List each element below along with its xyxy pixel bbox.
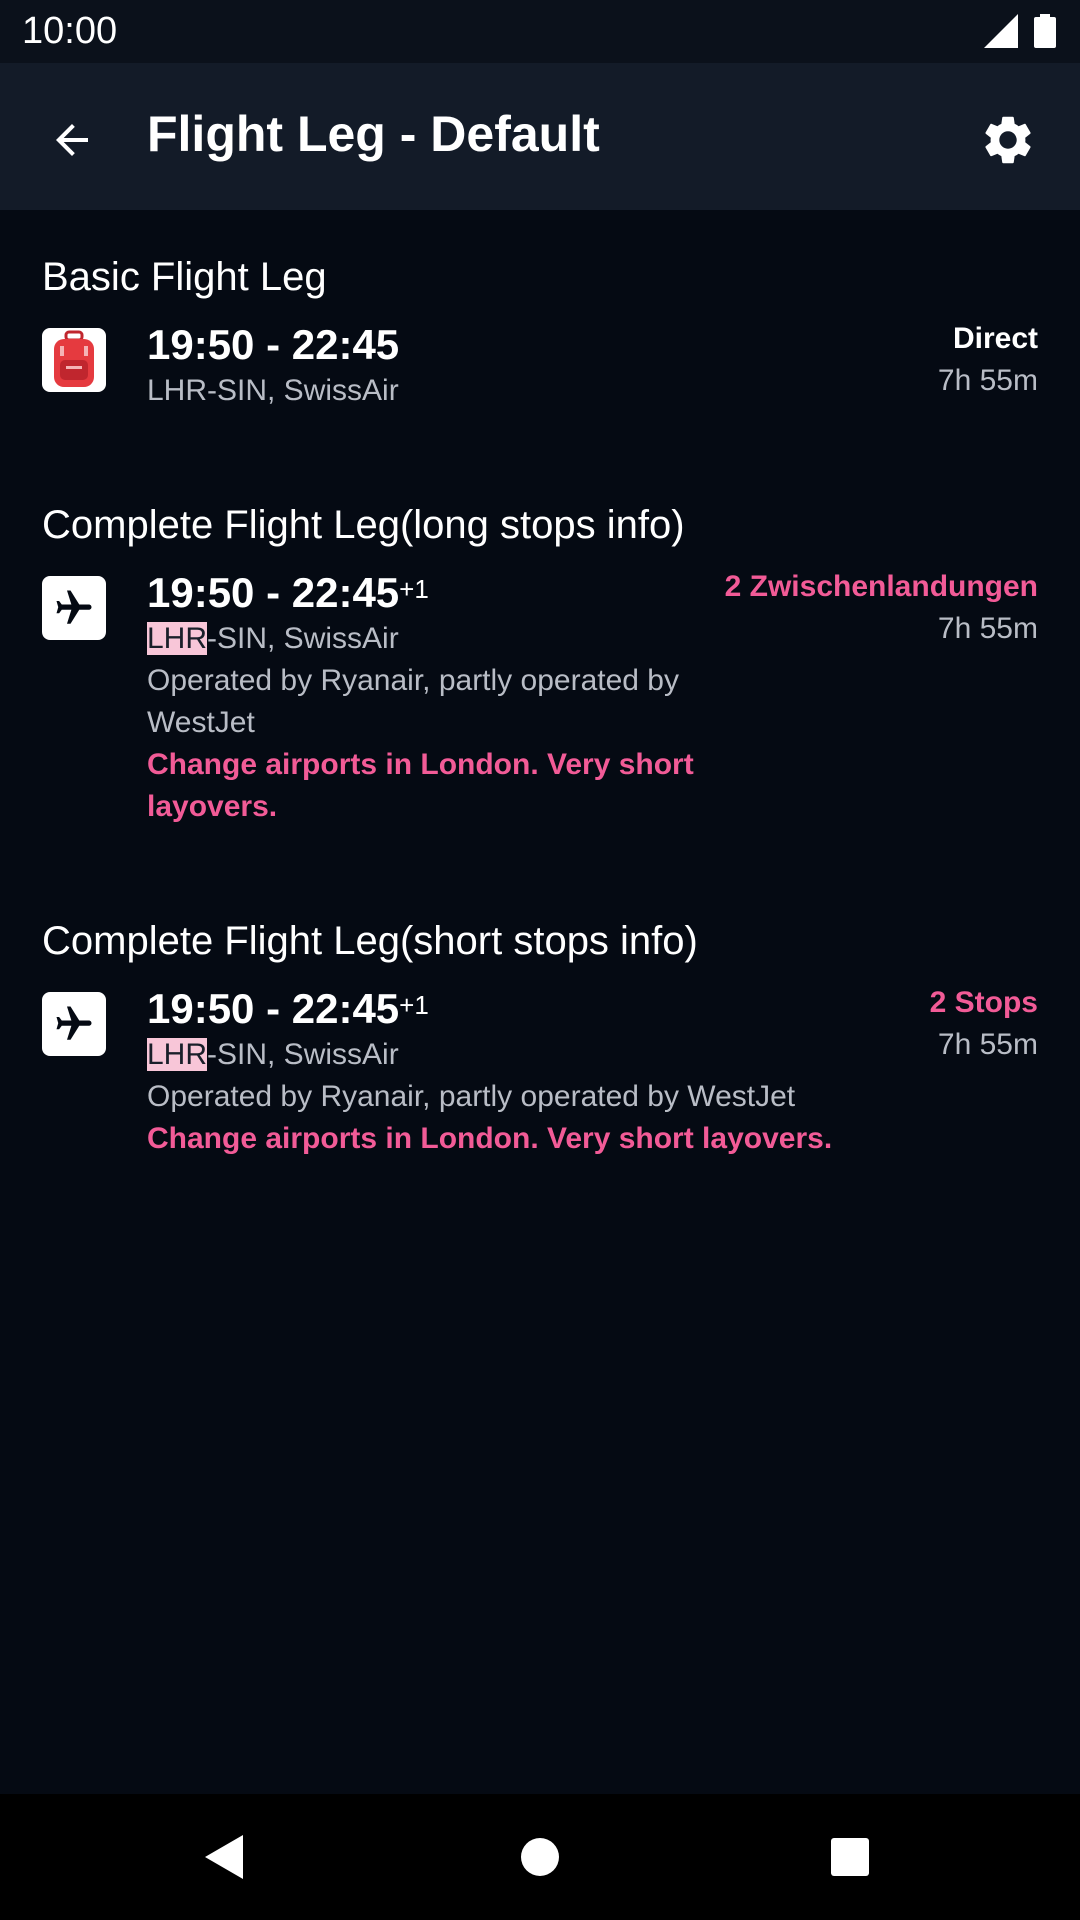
layover-warning: Change airports in London. Very short la… [147, 1122, 833, 1155]
duration: 7h 55m [937, 612, 1038, 645]
operated-by: Operated by Ryanair, partly operated by … [147, 664, 679, 739]
section-title-long-stops: Complete Flight Leg(long stops info) [42, 503, 685, 547]
flight-times: 19:50 - 22:45 [147, 321, 400, 368]
leg-summary-short-stops: 2 Stops 7h 55m [930, 982, 1038, 1066]
nav-home-button[interactable] [500, 1817, 580, 1897]
route: LHR-SIN, SwissAir [147, 1038, 399, 1071]
leg-details-short-stops: 19:50 - 22:45+1 LHR-SIN, SwissAir Operat… [147, 984, 907, 1160]
nav-recents-icon [831, 1838, 869, 1876]
system-nav-bar [0, 1794, 1080, 1920]
nav-back-button[interactable] [185, 1817, 265, 1897]
flight-times: 19:50 - 22:45+1 [147, 985, 429, 1032]
route-origin-highlight: LHR [147, 1038, 208, 1071]
arrow-back-icon [56, 124, 88, 156]
operated-by: Operated by Ryanair, partly operated by … [147, 1080, 796, 1113]
stops-label: Direct [952, 322, 1038, 355]
backpack-icon [42, 328, 106, 392]
day-offset: +1 [399, 574, 429, 604]
route-origin-highlight: LHR [147, 622, 208, 655]
signal-icon [984, 14, 1018, 48]
nav-recents-button[interactable] [810, 1817, 890, 1897]
flight-times: 19:50 - 22:45+1 [147, 569, 429, 616]
leg-details-long-stops: 19:50 - 22:45+1 LHR-SIN, SwissAir Operat… [147, 568, 747, 828]
leg-details-basic: 19:50 - 22:45 LHR-SIN, SwissAir [147, 320, 747, 412]
layover-warning: Change airports in London. Very short la… [147, 748, 694, 823]
status-icons [980, 14, 1060, 48]
leg-summary-long-stops: 2 Zwischenlandungen 7h 55m [725, 566, 1038, 650]
app-bar: Flight Leg - Default [0, 63, 1080, 210]
page-title: Flight Leg - Default [147, 106, 600, 162]
duration: 7h 55m [937, 364, 1038, 397]
section-title-basic: Basic Flight Leg [42, 255, 327, 299]
gear-icon [985, 116, 1031, 164]
back-button[interactable] [30, 98, 114, 182]
airplane-icon [42, 992, 106, 1056]
route: LHR-SIN, SwissAir [147, 622, 399, 655]
battery-icon [1034, 14, 1056, 48]
status-time: 10:00 [22, 10, 118, 52]
airplane-icon [42, 576, 106, 640]
nav-back-icon [205, 1835, 243, 1879]
leg-summary-basic: Direct 7h 55m [938, 318, 1038, 402]
route: LHR-SIN, SwissAir [147, 374, 399, 407]
status-bar: 10:00 [0, 0, 1080, 63]
settings-button[interactable] [966, 98, 1050, 182]
duration: 7h 55m [937, 1028, 1038, 1061]
day-offset: +1 [399, 990, 429, 1020]
nav-home-icon [521, 1838, 559, 1876]
stops-label: 2 Stops [929, 986, 1038, 1019]
section-title-short-stops: Complete Flight Leg(short stops info) [42, 919, 698, 963]
stops-label: 2 Zwischenlandungen [724, 570, 1038, 603]
